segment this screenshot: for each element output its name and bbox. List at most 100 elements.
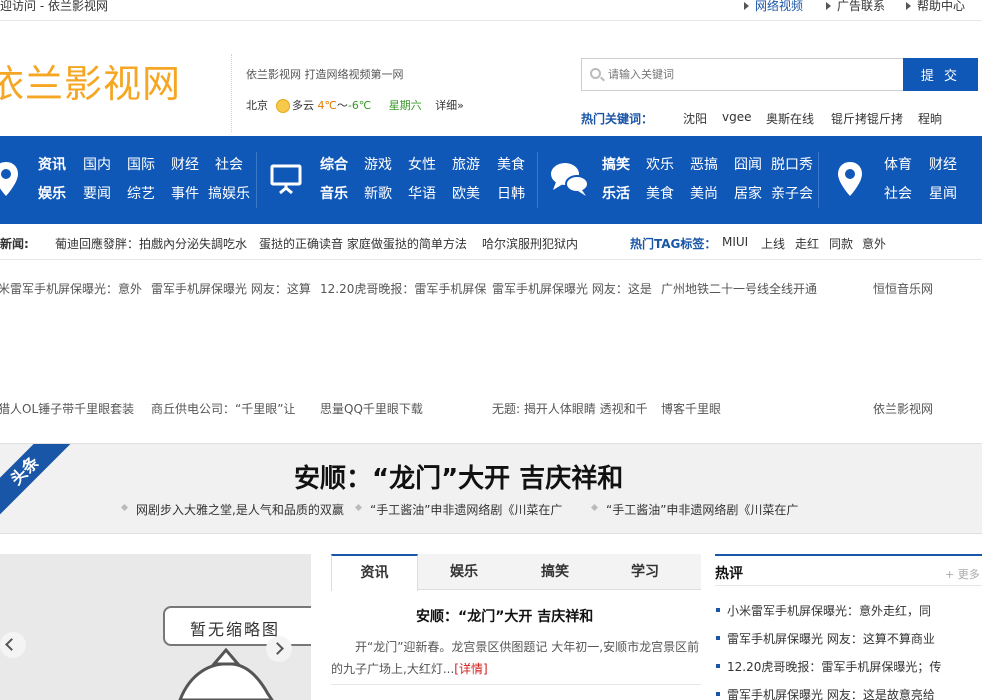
article-divider xyxy=(331,684,701,685)
link-item[interactable]: 商丘供电公司：“千里眼”让 xyxy=(151,400,295,417)
nav-item[interactable]: 华语 xyxy=(408,186,436,202)
nav-item[interactable]: 综艺 xyxy=(127,186,155,202)
headline-sub-item[interactable]: “手工酱油”申非遗网络剧《川菜在广 xyxy=(356,501,562,518)
hot-comment-item[interactable]: 小米雷军手机屏保曝光：意外走红，同 xyxy=(715,602,931,619)
nav-item[interactable]: 星闻 xyxy=(929,186,957,202)
nav-item-news[interactable]: 资讯 xyxy=(38,157,66,173)
top-link-video[interactable]: 网络视频 xyxy=(743,0,803,12)
nav-divider xyxy=(537,152,538,208)
hot-keyword[interactable]: 程晌 xyxy=(918,110,942,127)
hot-keywords-label: 热门关键词： xyxy=(581,112,654,126)
content-tabs: 资讯 娱乐 搞笑 学习 xyxy=(331,554,701,591)
headline-title[interactable]: 安顺：“龙门”大开 吉庆祥和 xyxy=(294,458,623,495)
nav-item[interactable]: 社会 xyxy=(215,157,243,173)
hot-tag[interactable]: 上线 xyxy=(761,235,785,252)
search-submit-button[interactable]: 提 交 xyxy=(903,58,978,91)
tab-funny[interactable]: 搞笑 xyxy=(515,554,595,590)
nav-item[interactable]: 囧闻 xyxy=(734,157,762,173)
link-item[interactable]: 12.20虎哥晚报：雷军手机屏保 xyxy=(320,280,486,297)
nav-item[interactable]: 日韩 xyxy=(497,186,525,202)
hot-tag[interactable]: MIUI xyxy=(722,235,748,249)
hot-comment-item[interactable]: 雷军手机屏保曝光 网友：这算不算商业 xyxy=(715,630,935,647)
hot-keyword[interactable]: 锟斤拷锟斤拷 xyxy=(831,110,903,127)
latest-news-item[interactable]: 葡迪回應發胖：拍戲內分泌失調吃水 xyxy=(55,235,247,252)
hot-tag[interactable]: 走红 xyxy=(795,235,819,252)
nav-item[interactable]: 游戏 xyxy=(364,157,392,173)
weather-detail-link[interactable]: 详细» xyxy=(435,99,464,112)
tab-entertainment[interactable]: 娱乐 xyxy=(424,554,504,590)
link-item[interactable]: 无题: 揭开人体眼睛 透视和千 xyxy=(492,400,648,417)
tab-news[interactable]: 资讯 xyxy=(331,554,418,591)
hot-comments-title: 热评 xyxy=(715,566,743,582)
nav-item[interactable]: 女性 xyxy=(408,157,436,173)
nav-item[interactable]: 国际 xyxy=(127,157,155,173)
hot-tag-label: 热门TAG标签： xyxy=(630,237,717,251)
nav-item[interactable]: 欢乐 xyxy=(646,157,674,173)
nav-item[interactable]: 新歌 xyxy=(364,186,392,202)
tab-study[interactable]: 学习 xyxy=(605,554,685,590)
search-input[interactable] xyxy=(581,58,904,91)
nav-item[interactable]: 亲子会 xyxy=(771,186,813,202)
hot-tag[interactable]: 意外 xyxy=(862,235,886,252)
link-item[interactable]: 博客千里眼 xyxy=(661,400,721,417)
nav-item[interactable]: 美食 xyxy=(646,186,674,202)
nav-item[interactable]: 事件 xyxy=(171,186,199,202)
header-divider xyxy=(231,54,232,132)
nav-item[interactable]: 脱口秀 xyxy=(771,157,813,173)
top-link-help[interactable]: 帮助中心 xyxy=(905,0,965,12)
hot-keyword[interactable]: 奥斯在线 xyxy=(766,110,814,127)
nav-item[interactable]: 美食 xyxy=(497,157,525,173)
link-source[interactable]: 依兰影视网 xyxy=(873,400,933,417)
hot-comments-header: 热评 + 更多 xyxy=(715,554,982,586)
nav-item[interactable]: 旅游 xyxy=(452,157,480,173)
hot-keyword[interactable]: 沈阳 xyxy=(683,110,707,127)
nav-item-funny[interactable]: 搞笑 xyxy=(602,157,630,173)
site-logo[interactable]: 依兰影视网 xyxy=(0,53,181,108)
welcome-text: 欢迎访问 - 依兰影视网 xyxy=(0,0,108,13)
nav-item-sports[interactable]: 体育 xyxy=(884,157,912,173)
nav-item-music[interactable]: 音乐 xyxy=(320,186,348,202)
weather-condition: 多云 xyxy=(292,99,314,112)
link-item[interactable]: 雷军手机屏保曝光 网友：这算 xyxy=(151,280,311,297)
latest-news-item[interactable]: 哈尔滨服刑犯狱内 xyxy=(482,235,578,252)
headline-section: 头条 安顺：“龙门”大开 吉庆祥和 网剧步入大雅之堂,是人气和品质的双赢 “手工… xyxy=(0,443,982,534)
weather-temp-high: 4℃ xyxy=(317,99,337,112)
link-item[interactable]: 思量QQ千里眼下载 xyxy=(320,400,423,417)
article-title[interactable]: 安顺：“龙门”大开 吉庆祥和 xyxy=(416,606,593,626)
hot-tag[interactable]: 同款 xyxy=(829,235,853,252)
nav-item[interactable]: 欧美 xyxy=(452,186,480,202)
latest-news-bar: 最新新闻: 葡迪回應發胖：拍戲內分泌失調吃水 蛋挞的正确读音 家庭做蛋挞的简单方… xyxy=(0,225,982,260)
top-link-ads[interactable]: 广告联系 xyxy=(825,0,885,12)
hot-keyword[interactable]: vgee xyxy=(722,110,751,124)
nav-item[interactable]: 美尚 xyxy=(690,186,718,202)
nav-item[interactable]: 搞娱乐 xyxy=(208,186,250,202)
headline-sub-item[interactable]: 网剧步入大雅之堂,是人气和品质的双赢 xyxy=(122,501,344,518)
nav-item[interactable]: 要闻 xyxy=(83,186,111,202)
article-detail-link[interactable]: [详情] xyxy=(454,662,487,676)
nav-item-general[interactable]: 综合 xyxy=(320,157,348,173)
link-item[interactable]: 小米雷军手机屏保曝光：意外 xyxy=(0,280,142,297)
nav-item[interactable]: 财经 xyxy=(171,157,199,173)
link-source[interactable]: 恒恒音乐网 xyxy=(873,280,933,297)
image-slider: 暂无缩略图 xyxy=(0,554,311,700)
latest-news-label: 最新新闻: xyxy=(0,237,29,251)
link-item[interactable]: 雷军手机屏保曝光 网友：这是 xyxy=(492,280,652,297)
hot-comment-item[interactable]: 雷军手机屏保曝光 网友：这是故意亮给 xyxy=(715,686,935,700)
nav-item[interactable]: 恶搞 xyxy=(690,157,718,173)
link-item[interactable]: 广州地铁二十一号线全线开通 xyxy=(661,280,817,297)
nav-item-ent[interactable]: 娱乐 xyxy=(38,186,66,202)
search-icon xyxy=(590,68,601,79)
nav-item-life[interactable]: 乐活 xyxy=(602,186,630,202)
nav-item[interactable]: 居家 xyxy=(734,186,762,202)
link-item[interactable]: 劲猎人OL锤子带千里眼套装 xyxy=(0,400,134,417)
hot-comment-item[interactable]: 12.20虎哥晚报：雷军手机屏保曝光；传 xyxy=(715,658,941,675)
latest-news-item[interactable]: 蛋挞的正确读音 家庭做蛋挞的简单方法 xyxy=(259,235,467,252)
hot-comments-more-link[interactable]: + 更多 xyxy=(945,566,980,582)
nav-item[interactable]: 财经 xyxy=(929,157,957,173)
nav-item[interactable]: 社会 xyxy=(884,186,912,202)
article-summary-text: 开“龙门”迎新春。龙宫景区供图题记 大年初一,安顺市龙宫景区前的九子广场上,大红… xyxy=(331,640,700,676)
chat-icon xyxy=(551,163,589,196)
headline-sub-item[interactable]: “手工酱油”申非遗网络剧《川菜在广 xyxy=(592,501,798,518)
screen-icon xyxy=(270,164,302,195)
nav-item[interactable]: 国内 xyxy=(83,157,111,173)
